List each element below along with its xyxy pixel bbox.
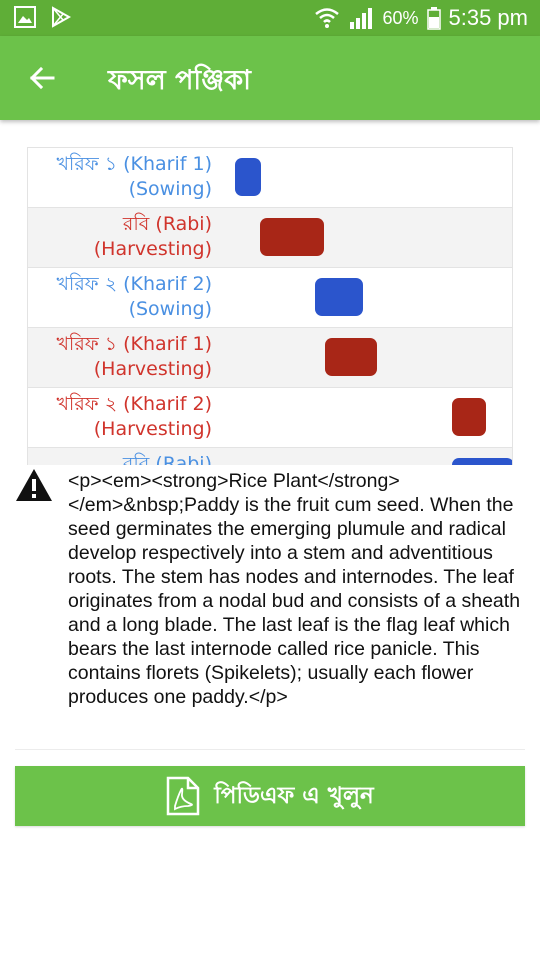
calendar-row: খরিফ ১ (Kharif 1) (Harvesting) <box>28 328 512 388</box>
timeline-bar <box>325 338 377 376</box>
divider <box>15 749 525 750</box>
open-pdf-button[interactable]: পিডিএফ এ খুলুন <box>15 766 525 826</box>
calendar-row: খরিফ ২ (Kharif 2) (Harvesting) <box>28 388 512 448</box>
calendar-row: রবি (Rabi) (Harvesting) <box>28 208 512 268</box>
calendar-row: রবি (Rabi) <box>28 448 512 465</box>
calendar-row: খরিফ ২ (Kharif 2) (Sowing) <box>28 268 512 328</box>
timeline-bar <box>452 398 486 436</box>
battery-icon <box>426 7 441 30</box>
arrow-left-icon <box>29 66 55 90</box>
crop-description: <p><em><strong>Rice Plant</strong></em>&… <box>68 470 521 708</box>
season-activity: (Harvesting) <box>93 418 212 440</box>
season-name: খরিফ ২ (Kharif 2) <box>56 273 212 295</box>
season-name: রবি (Rabi) <box>122 213 212 235</box>
season-activity: (Sowing) <box>128 178 212 200</box>
crop-calendar[interactable]: খরিফ ১ (Kharif 1) (Sowing) রবি (Rabi) (H… <box>27 147 513 465</box>
wifi-icon <box>315 8 340 28</box>
timeline-bar <box>452 458 512 465</box>
calendar-row: খরিফ ১ (Kharif 1) (Sowing) <box>28 148 512 208</box>
status-bar: 60% 5:35 pm <box>0 0 540 36</box>
gallery-icon <box>14 6 36 28</box>
app-bar: ফসল পঞ্জিকা <box>0 36 540 120</box>
season-label: খরিফ ২ (Kharif 2) (Sowing) <box>28 272 212 322</box>
season-name: খরিফ ২ (Kharif 2) <box>56 393 212 415</box>
timeline-bar <box>315 278 363 316</box>
season-name: খরিফ ১ (Kharif 1) <box>56 333 212 355</box>
signal-icon <box>350 8 373 29</box>
season-name: খরিফ ১ (Kharif 1) <box>56 153 212 175</box>
season-label: খরিফ ১ (Kharif 1) (Sowing) <box>28 152 212 202</box>
season-name: রবি (Rabi) <box>122 453 212 465</box>
pdf-file-icon <box>167 776 200 816</box>
timeline-bar <box>235 158 261 196</box>
play-store-icon <box>52 6 72 28</box>
season-label: রবি (Rabi) (Harvesting) <box>28 212 212 262</box>
back-button[interactable] <box>22 58 62 98</box>
season-activity: (Harvesting) <box>93 238 212 260</box>
open-pdf-label: পিডিএফ এ খুলুন <box>214 782 374 809</box>
battery-percent: 60% <box>382 7 419 28</box>
timeline-bar <box>260 218 324 256</box>
season-activity: (Harvesting) <box>93 358 212 380</box>
season-activity: (Sowing) <box>128 298 212 320</box>
status-time: 5:35 pm <box>448 5 529 30</box>
page-title: ফসল পঞ্জিকা <box>108 65 251 96</box>
season-label: খরিফ ১ (Kharif 1) (Harvesting) <box>28 332 212 382</box>
season-label: খরিফ ২ (Kharif 2) (Harvesting) <box>28 392 212 442</box>
warning-icon <box>16 469 52 501</box>
season-label: রবি (Rabi) <box>28 452 212 465</box>
